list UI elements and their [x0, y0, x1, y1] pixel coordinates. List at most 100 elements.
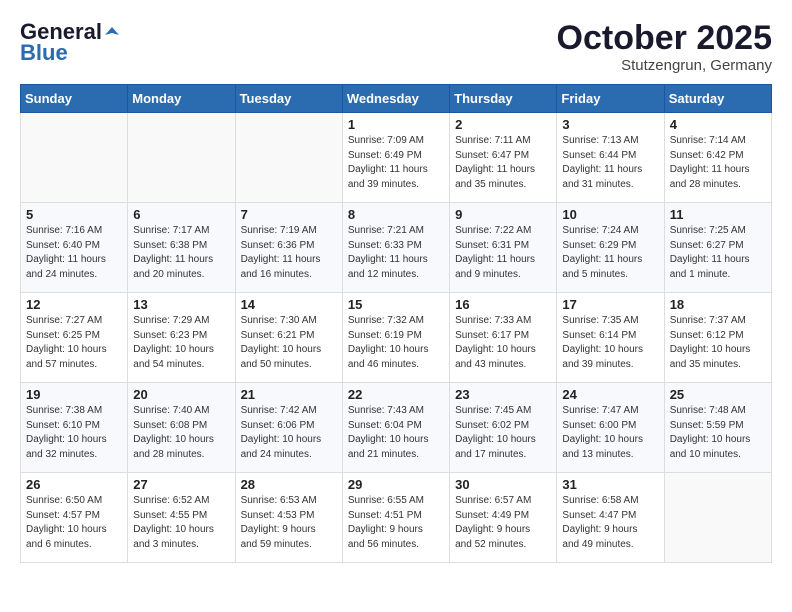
day-info: Sunrise: 6:57 AMSunset: 4:49 PMDaylight:… [455, 494, 551, 552]
day-info: Sunrise: 7:30 AMSunset: 6:21 PMDaylight:… [241, 314, 337, 372]
day-info: Sunrise: 7:37 AMSunset: 6:12 PMDaylight:… [670, 314, 766, 372]
day-number: 25 [670, 387, 766, 402]
calendar-cell: 30 Sunrise: 6:57 AMSunset: 4:49 PMDayligh… [450, 473, 557, 563]
day-number: 11 [670, 207, 766, 222]
calendar-cell: 1 Sunrise: 7:09 AMSunset: 6:49 PMDaylight… [342, 113, 449, 203]
weekday-header-wednesday: Wednesday [342, 85, 449, 113]
calendar-cell: 25 Sunrise: 7:48 AMSunset: 5:59 PMDayligh… [664, 383, 771, 473]
day-number: 1 [348, 117, 444, 132]
logo-icon [104, 25, 120, 41]
calendar-cell: 20 Sunrise: 7:40 AMSunset: 6:08 PMDayligh… [128, 383, 235, 473]
calendar-cell: 2 Sunrise: 7:11 AMSunset: 6:47 PMDaylight… [450, 113, 557, 203]
day-number: 30 [455, 477, 551, 492]
day-info: Sunrise: 7:32 AMSunset: 6:19 PMDaylight:… [348, 314, 444, 372]
weekday-header-monday: Monday [128, 85, 235, 113]
calendar-cell: 15 Sunrise: 7:32 AMSunset: 6:19 PMDayligh… [342, 293, 449, 383]
day-number: 23 [455, 387, 551, 402]
calendar-cell: 17Sunrise: 7:35 AMSunset: 6:14 PMDayligh… [557, 293, 664, 383]
calendar-cell: 11 Sunrise: 7:25 AMSunset: 6:27 PMDayligh… [664, 203, 771, 293]
day-number: 16 [455, 297, 551, 312]
calendar-cell [664, 473, 771, 563]
calendar-cell: 13Sunrise: 7:29 AMSunset: 6:23 PMDayligh… [128, 293, 235, 383]
weekday-header-row: SundayMondayTuesdayWednesdayThursdayFrid… [21, 85, 772, 113]
calendar-cell: 14 Sunrise: 7:30 AMSunset: 6:21 PMDayligh… [235, 293, 342, 383]
day-info: Sunrise: 7:48 AMSunset: 5:59 PMDaylight:… [670, 404, 766, 462]
day-number: 2 [455, 117, 551, 132]
day-info: Sunrise: 6:55 AMSunset: 4:51 PMDaylight:… [348, 494, 444, 552]
day-info: Sunrise: 7:33 AMSunset: 6:17 PMDaylight:… [455, 314, 551, 372]
title-block: October 2025 Stutzengrun, Germany [557, 20, 772, 74]
calendar-cell: 31 Sunrise: 6:58 AMSunset: 4:47 PMDayligh… [557, 473, 664, 563]
month-title: October 2025 [557, 20, 772, 57]
day-info: Sunrise: 7:35 AMSunset: 6:14 PMDaylight:… [562, 314, 658, 372]
calendar-cell [21, 113, 128, 203]
calendar-cell: 24Sunrise: 7:47 AMSunset: 6:00 PMDayligh… [557, 383, 664, 473]
day-info: Sunrise: 7:43 AMSunset: 6:04 PMDaylight:… [348, 404, 444, 462]
day-number: 15 [348, 297, 444, 312]
day-number: 20 [133, 387, 229, 402]
day-number: 6 [133, 207, 229, 222]
day-info: Sunrise: 7:25 AMSunset: 6:27 PMDaylight:… [670, 224, 766, 282]
weekday-header-tuesday: Tuesday [235, 85, 342, 113]
calendar-cell: 8Sunrise: 7:21 AMSunset: 6:33 PMDaylight… [342, 203, 449, 293]
day-number: 9 [455, 207, 551, 222]
calendar-cell: 16 Sunrise: 7:33 AMSunset: 6:17 PMDayligh… [450, 293, 557, 383]
day-number: 27 [133, 477, 229, 492]
day-number: 18 [670, 297, 766, 312]
day-number: 26 [26, 477, 122, 492]
day-number: 7 [241, 207, 337, 222]
day-info: Sunrise: 6:52 AMSunset: 4:55 PMDaylight:… [133, 494, 229, 552]
day-number: 4 [670, 117, 766, 132]
day-info: Sunrise: 7:19 AMSunset: 6:36 PMDaylight:… [241, 224, 337, 282]
day-number: 29 [348, 477, 444, 492]
calendar-cell: 27 Sunrise: 6:52 AMSunset: 4:55 PMDayligh… [128, 473, 235, 563]
calendar-cell: 9 Sunrise: 7:22 AMSunset: 6:31 PMDaylight… [450, 203, 557, 293]
day-number: 14 [241, 297, 337, 312]
day-info: Sunrise: 7:45 AMSunset: 6:02 PMDaylight:… [455, 404, 551, 462]
calendar-cell: 19 Sunrise: 7:38 AMSunset: 6:10 PMDayligh… [21, 383, 128, 473]
day-info: Sunrise: 6:58 AMSunset: 4:47 PMDaylight:… [562, 494, 658, 552]
day-number: 22 [348, 387, 444, 402]
day-info: Sunrise: 7:14 AMSunset: 6:42 PMDaylight:… [670, 134, 766, 192]
day-number: 31 [562, 477, 658, 492]
day-number: 13 [133, 297, 229, 312]
calendar-cell: 18 Sunrise: 7:37 AMSunset: 6:12 PMDayligh… [664, 293, 771, 383]
day-info: Sunrise: 7:17 AMSunset: 6:38 PMDaylight:… [133, 224, 229, 282]
day-number: 8 [348, 207, 444, 222]
weekday-header-saturday: Saturday [664, 85, 771, 113]
calendar-cell: 7 Sunrise: 7:19 AMSunset: 6:36 PMDaylight… [235, 203, 342, 293]
calendar-cell: 3 Sunrise: 7:13 AMSunset: 6:44 PMDaylight… [557, 113, 664, 203]
day-number: 24 [562, 387, 658, 402]
calendar-table: SundayMondayTuesdayWednesdayThursdayFrid… [20, 84, 772, 563]
day-info: Sunrise: 7:27 AMSunset: 6:25 PMDaylight:… [26, 314, 122, 372]
weekday-header-sunday: Sunday [21, 85, 128, 113]
calendar-cell: 12 Sunrise: 7:27 AMSunset: 6:25 PMDayligh… [21, 293, 128, 383]
calendar-week-row: 19 Sunrise: 7:38 AMSunset: 6:10 PMDayligh… [21, 383, 772, 473]
day-number: 21 [241, 387, 337, 402]
day-info: Sunrise: 7:40 AMSunset: 6:08 PMDaylight:… [133, 404, 229, 462]
location-subtitle: Stutzengrun, Germany [557, 57, 772, 74]
calendar-cell: 26Sunrise: 6:50 AMSunset: 4:57 PMDayligh… [21, 473, 128, 563]
logo-blue: Blue [20, 40, 68, 66]
day-info: Sunrise: 7:13 AMSunset: 6:44 PMDaylight:… [562, 134, 658, 192]
calendar-week-row: 26Sunrise: 6:50 AMSunset: 4:57 PMDayligh… [21, 473, 772, 563]
day-info: Sunrise: 7:16 AMSunset: 6:40 PMDaylight:… [26, 224, 122, 282]
day-number: 3 [562, 117, 658, 132]
weekday-header-friday: Friday [557, 85, 664, 113]
day-number: 12 [26, 297, 122, 312]
calendar-cell: 5 Sunrise: 7:16 AMSunset: 6:40 PMDaylight… [21, 203, 128, 293]
calendar-cell: 4 Sunrise: 7:14 AMSunset: 6:42 PMDaylight… [664, 113, 771, 203]
calendar-cell: 10Sunrise: 7:24 AMSunset: 6:29 PMDayligh… [557, 203, 664, 293]
day-info: Sunrise: 7:38 AMSunset: 6:10 PMDaylight:… [26, 404, 122, 462]
day-info: Sunrise: 7:11 AMSunset: 6:47 PMDaylight:… [455, 134, 551, 192]
day-info: Sunrise: 7:22 AMSunset: 6:31 PMDaylight:… [455, 224, 551, 282]
day-number: 10 [562, 207, 658, 222]
calendar-cell: 23 Sunrise: 7:45 AMSunset: 6:02 PMDayligh… [450, 383, 557, 473]
day-number: 28 [241, 477, 337, 492]
calendar-cell: 28Sunrise: 6:53 AMSunset: 4:53 PMDayligh… [235, 473, 342, 563]
day-info: Sunrise: 7:09 AMSunset: 6:49 PMDaylight:… [348, 134, 444, 192]
day-number: 19 [26, 387, 122, 402]
calendar-week-row: 1 Sunrise: 7:09 AMSunset: 6:49 PMDaylight… [21, 113, 772, 203]
day-number: 5 [26, 207, 122, 222]
calendar-week-row: 12 Sunrise: 7:27 AMSunset: 6:25 PMDayligh… [21, 293, 772, 383]
